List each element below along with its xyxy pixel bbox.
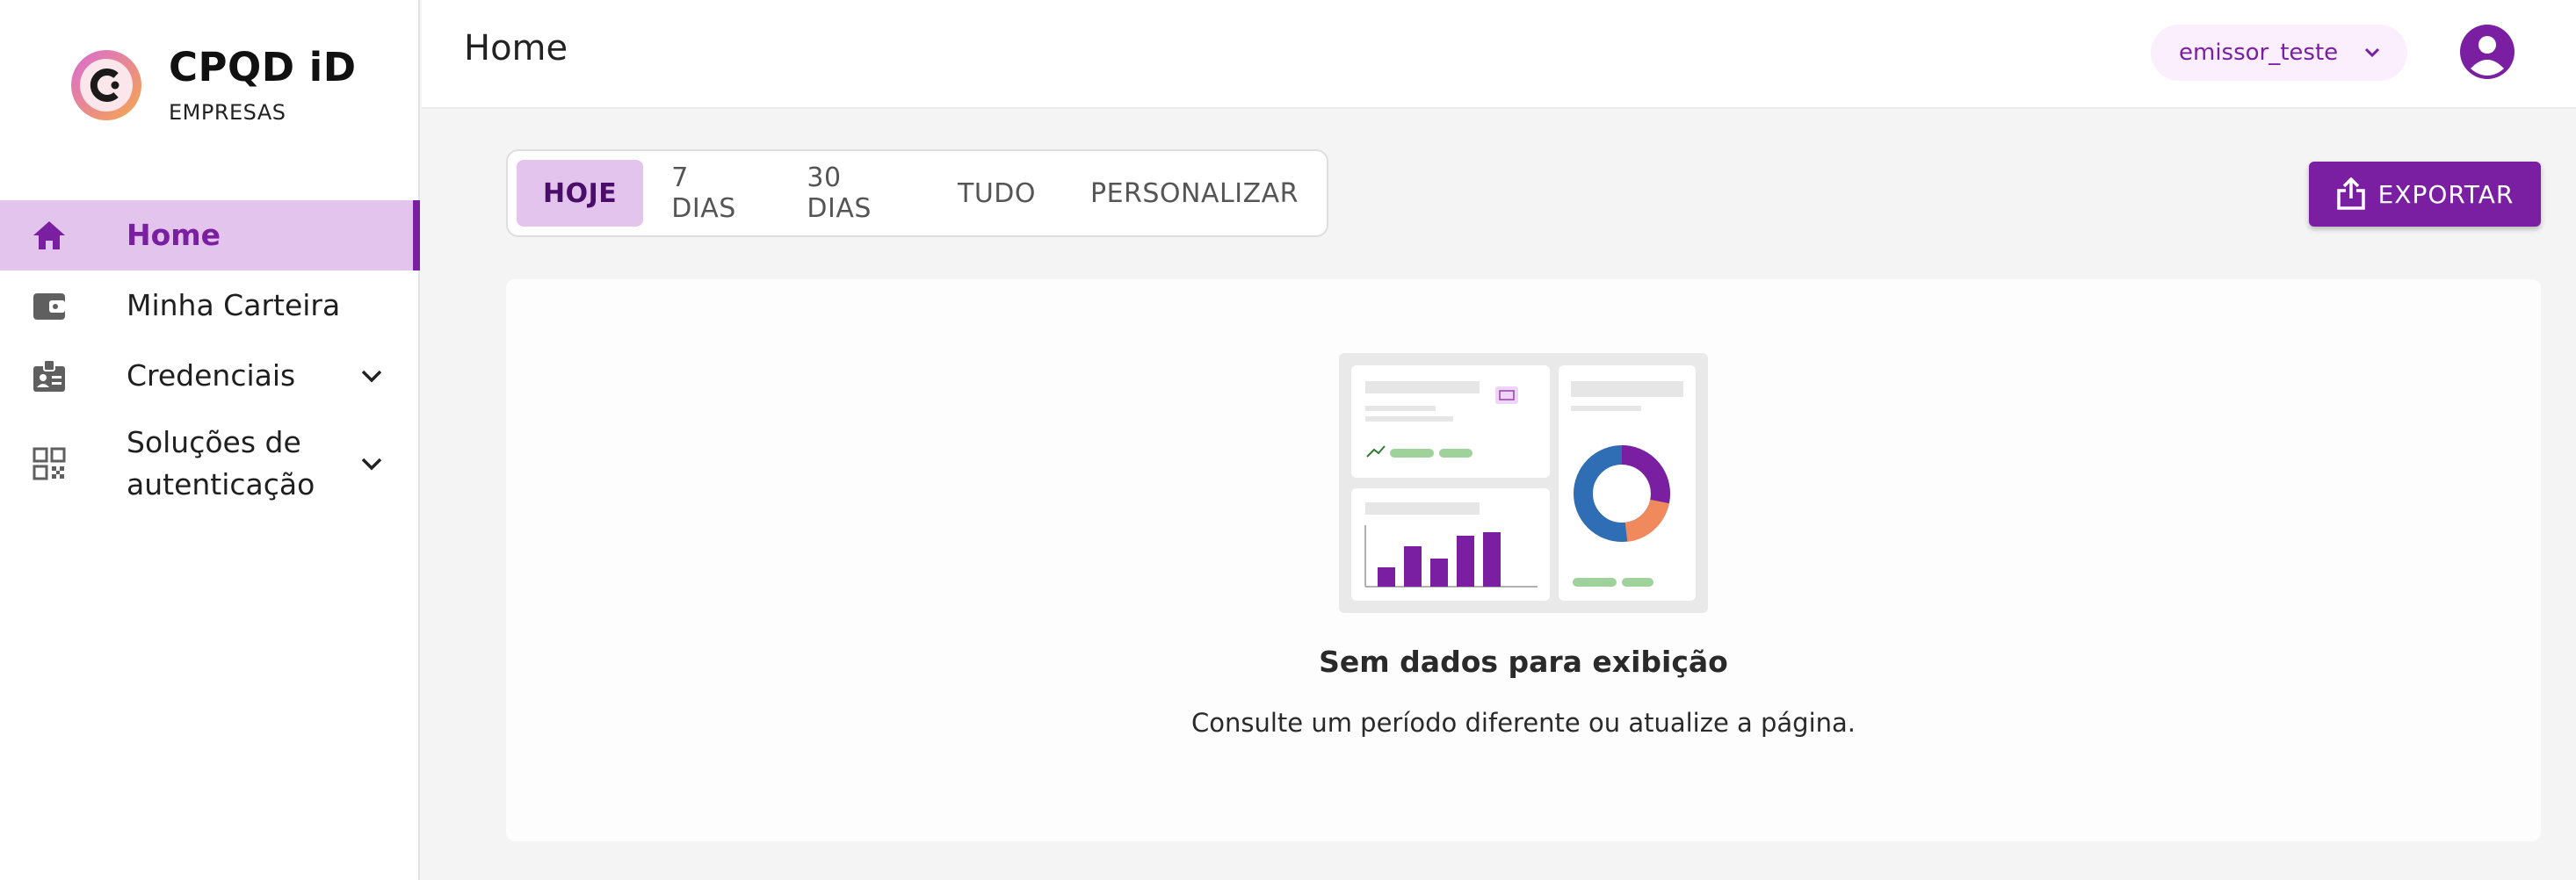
user-selector-label: emissor_teste [2179,40,2339,66]
dashboard-placeholder-illustration [1339,353,1708,613]
chevron-down-icon[interactable] [358,451,385,477]
filter-7-dias[interactable]: 7 DIAS [645,160,778,227]
chevron-down-icon [2362,42,2383,63]
sidebar-item-home[interactable]: Home [0,200,420,270]
sidebar-item-label: Credenciais [127,358,296,393]
filter-30-dias[interactable]: 30 DIAS [780,160,930,227]
share-export-icon [2336,177,2366,211]
sidebar-item-label: Minha Carteira [127,288,341,322]
filter-personalizar[interactable]: PERSONALIZAR [1064,160,1325,227]
empty-state-title: Sem dados para exibição [1319,645,1728,679]
qr-code-icon [30,444,69,483]
empty-state-subtitle: Consulte um período diferente ou atualiz… [1190,708,1856,738]
chevron-down-icon[interactable] [358,363,385,389]
sidebar-nav: Home Minha Carteira Credenciais Soluções… [0,200,420,516]
cpqd-logo [70,49,142,121]
sidebar-item-minha-carteira[interactable]: Minha Carteira [0,270,420,341]
export-button-label: EXPORTAR [2377,179,2514,209]
empty-state-card: Sem dados para exibição Consulte um perí… [506,279,2541,841]
sidebar-item-label: Soluções de autenticação [127,425,315,501]
wallet-icon [30,286,69,325]
home-icon [30,216,69,255]
filter-hoje[interactable]: HOJE [517,160,644,227]
brand-name: CPQD iD [169,44,357,90]
sidebar-item-label: Home [127,218,221,252]
top-bar: Home emissor_teste [422,0,2576,109]
badge-icon [30,357,69,395]
brand[interactable]: CPQD iD EMPRESAS [70,46,357,125]
sidebar: CPQD iD EMPRESAS Home Minha Carteira Cre… [0,0,420,880]
account-avatar-icon[interactable] [2460,25,2514,79]
page-title: Home [464,28,568,69]
export-button[interactable]: EXPORTAR [2309,162,2541,227]
period-filter-group: HOJE 7 DIAS 30 DIAS TUDO PERSONALIZAR [506,149,1328,237]
sidebar-item-solucoes-autenticacao[interactable]: Soluções de autenticação [0,411,420,516]
brand-subtitle: EMPRESAS [169,100,286,125]
user-selector[interactable]: emissor_teste [2151,25,2407,81]
filter-tudo[interactable]: TUDO [931,160,1062,227]
sidebar-item-credenciais[interactable]: Credenciais [0,341,420,411]
